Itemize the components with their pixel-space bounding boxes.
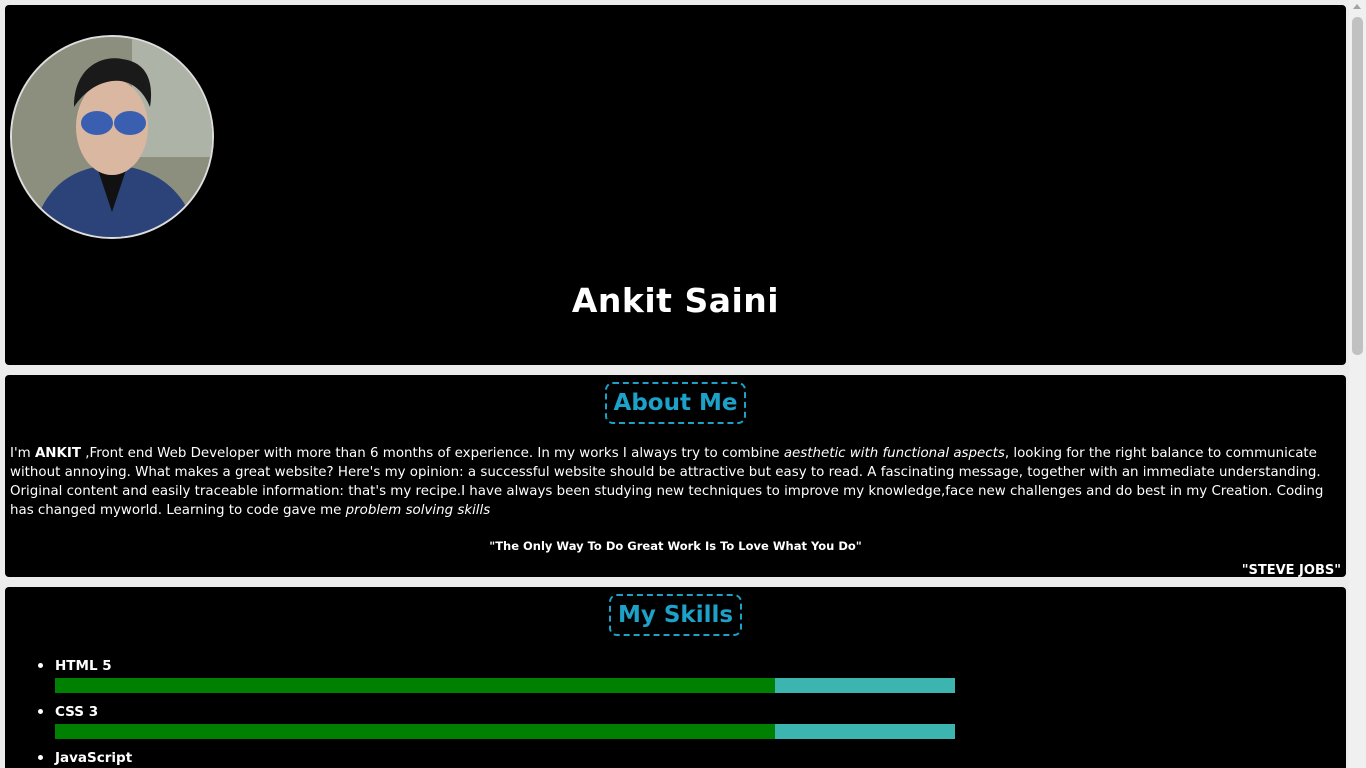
about-heading: About Me [5, 382, 1346, 424]
about-name: ANKIT [34, 446, 82, 461]
skill-item: CSS 3 [38, 703, 955, 749]
about-section: About Me I'm ANKIT ,Front end Web Develo… [5, 375, 1346, 578]
skill-item: HTML 5 [38, 657, 955, 703]
skill-label: CSS 3 [55, 704, 99, 720]
page: Ankit Saini About Me I'm ANKIT ,Front en… [0, 0, 1366, 768]
bullet-icon [38, 709, 43, 714]
bullet-icon [38, 755, 43, 760]
skill-label: HTML 5 [55, 658, 112, 674]
quote-author: "STEVE JOBS" [1241, 563, 1341, 578]
quote-text: "The Only Way To Do Great Work Is To Lov… [489, 539, 862, 553]
skill-progress-bar [55, 678, 955, 693]
skills-heading-label: My Skills [608, 594, 743, 636]
skill-progress-bar [55, 724, 955, 739]
skill-item: JavaScript [38, 749, 955, 768]
vertical-scrollbar[interactable] [1349, 0, 1366, 768]
profile-header: Ankit Saini [5, 5, 1346, 365]
scrollbar-thumb[interactable] [1352, 17, 1363, 355]
about-emphasis-2: problem solving skills [345, 503, 491, 518]
skill-progress-fill [55, 678, 775, 693]
about-text-part1: ,Front end Web Developer with more than … [81, 446, 784, 461]
profile-avatar [10, 35, 214, 239]
about-emphasis-1: aesthetic with functional aspects [783, 446, 1005, 461]
bullet-icon [38, 663, 43, 668]
skills-heading: My Skills [5, 594, 1346, 636]
skills-list: HTML 5 CSS 3 JavaScript [5, 657, 955, 768]
skill-progress-fill [55, 724, 775, 739]
about-heading-label: About Me [604, 382, 747, 424]
about-intro: I'm [10, 446, 35, 461]
profile-photo [12, 37, 212, 237]
scroll-up-arrow-icon[interactable] [1353, 4, 1361, 9]
skills-section: My Skills HTML 5 CSS 3 JavaScript [5, 587, 1346, 768]
about-paragraph: I'm ANKIT ,Front end Web Developer with … [10, 444, 1341, 520]
skill-label: JavaScript [55, 750, 133, 766]
profile-name: Ankit Saini [571, 281, 780, 320]
